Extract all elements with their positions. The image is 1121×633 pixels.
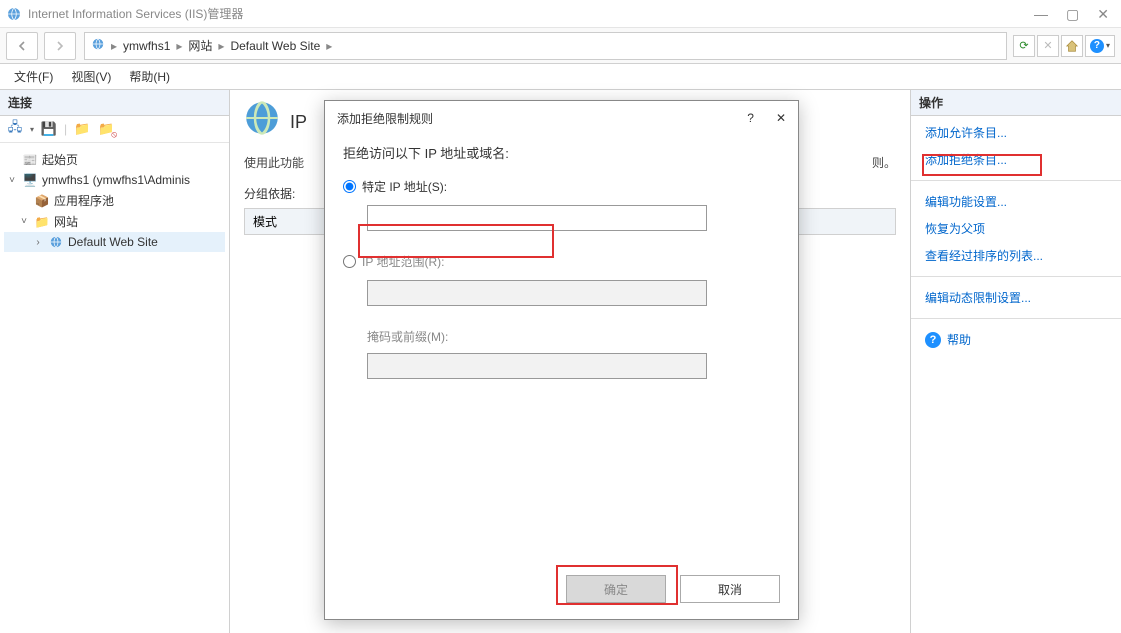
minimize-button[interactable]: — bbox=[1034, 7, 1048, 21]
app-icon bbox=[6, 6, 22, 22]
divider bbox=[911, 318, 1121, 319]
globe-icon bbox=[91, 37, 105, 54]
connect-icon[interactable]: 🖧 bbox=[6, 120, 24, 138]
collapse-icon[interactable]: ˅ bbox=[6, 175, 18, 186]
server-icon: 🖥️ bbox=[22, 172, 38, 188]
action-edit-dynamic[interactable]: 编辑动态限制设置... bbox=[925, 289, 1107, 306]
folder-stop-icon[interactable]: 📁⦸ bbox=[97, 120, 115, 138]
action-help-label: 帮助 bbox=[947, 331, 971, 348]
action-add-allow[interactable]: 添加允许条目... bbox=[925, 124, 1107, 141]
breadcrumb-sites[interactable]: 网站 bbox=[188, 37, 212, 54]
forward-button[interactable] bbox=[44, 32, 76, 60]
specific-ip-input[interactable] bbox=[367, 205, 707, 231]
folder-up-icon[interactable]: 📁 bbox=[73, 120, 91, 138]
feature-title: IP bbox=[290, 112, 307, 133]
stop-button[interactable]: ✕ bbox=[1037, 35, 1059, 57]
ok-button[interactable]: 确定 bbox=[566, 575, 666, 603]
connections-panel: 连接 🖧 ▾ 💾 | 📁 📁⦸ 📰 起始页 ˅ 🖥️ ymwfhs1 (ymwf… bbox=[0, 90, 230, 633]
tree-label: 网站 bbox=[54, 213, 78, 230]
site-globe-icon bbox=[48, 234, 64, 250]
tree-sites[interactable]: ˅ 📁 网站 bbox=[4, 211, 225, 232]
window-titlebar: Internet Information Services (IIS)管理器 —… bbox=[0, 0, 1121, 28]
action-add-deny[interactable]: 添加拒绝条目... bbox=[925, 151, 1107, 168]
app-pools-icon: 📦 bbox=[34, 193, 50, 209]
connections-tree: 📰 起始页 ˅ 🖥️ ymwfhs1 (ymwfhs1\Adminis 📦 应用… bbox=[0, 143, 229, 258]
tree-label: Default Web Site bbox=[68, 235, 158, 249]
menu-view[interactable]: 视图(V) bbox=[71, 68, 111, 85]
back-button[interactable] bbox=[6, 32, 38, 60]
connections-toolbar: 🖧 ▾ 💾 | 📁 📁⦸ bbox=[0, 116, 229, 143]
dialog-header-text: 拒绝访问以下 IP 地址或域名: bbox=[343, 143, 780, 162]
breadcrumb-site[interactable]: Default Web Site bbox=[230, 39, 320, 53]
collapse-icon[interactable]: ˅ bbox=[18, 216, 30, 227]
maximize-button[interactable]: ▢ bbox=[1066, 7, 1079, 21]
dialog-help-button[interactable]: ? bbox=[747, 111, 754, 125]
menu-file[interactable]: 文件(F) bbox=[14, 68, 53, 85]
dialog-titlebar[interactable]: 添加拒绝限制规则 ? ✕ bbox=[325, 101, 798, 135]
help-dropdown-button[interactable]: ? ▾ bbox=[1085, 35, 1115, 57]
feature-globe-icon bbox=[244, 100, 280, 144]
breadcrumb-sep-icon: ▸ bbox=[326, 39, 332, 53]
divider bbox=[911, 180, 1121, 181]
menu-help[interactable]: 帮助(H) bbox=[129, 68, 170, 85]
dialog-title: 添加拒绝限制规则 bbox=[337, 110, 433, 127]
actions-panel: 操作 添加允许条目... 添加拒绝条目... 编辑功能设置... 恢复为父项 查… bbox=[911, 90, 1121, 633]
menubar: 文件(F) 视图(V) 帮助(H) bbox=[0, 64, 1121, 90]
action-revert[interactable]: 恢复为父项 bbox=[925, 220, 1107, 237]
tree-label: 应用程序池 bbox=[54, 192, 114, 209]
tree-start-page[interactable]: 📰 起始页 bbox=[4, 149, 225, 170]
radio-specific-ip[interactable]: 特定 IP 地址(S): bbox=[343, 178, 780, 195]
tree-label: ymwfhs1 (ymwfhs1\Adminis bbox=[42, 173, 190, 187]
tree-label: 起始页 bbox=[42, 151, 78, 168]
breadcrumb-sep-icon: ▸ bbox=[111, 39, 117, 53]
window-title: Internet Information Services (IIS)管理器 bbox=[28, 5, 243, 22]
cancel-button[interactable]: 取消 bbox=[680, 575, 780, 603]
radio-ip-range[interactable]: IP 地址范围(R): bbox=[343, 253, 780, 270]
connections-header: 连接 bbox=[0, 90, 229, 116]
radio-specific-ip-label: 特定 IP 地址(S): bbox=[362, 178, 447, 195]
add-deny-rule-dialog: 添加拒绝限制规则 ? ✕ 拒绝访问以下 IP 地址或域名: 特定 IP 地址(S… bbox=[324, 100, 799, 620]
radio-specific-ip-input[interactable] bbox=[343, 180, 356, 193]
tree-app-pools[interactable]: 📦 应用程序池 bbox=[4, 190, 225, 211]
breadcrumb-sep-icon: ▸ bbox=[176, 39, 182, 53]
breadcrumb-server[interactable]: ymwfhs1 bbox=[123, 39, 170, 53]
mask-label: 掩码或前缀(M): bbox=[367, 328, 780, 345]
home-button[interactable] bbox=[1061, 35, 1083, 57]
action-edit-feature[interactable]: 编辑功能设置... bbox=[925, 193, 1107, 210]
action-help[interactable]: ? 帮助 bbox=[925, 331, 1107, 348]
action-view-ordered[interactable]: 查看经过排序的列表... bbox=[925, 247, 1107, 264]
breadcrumb-sep-icon: ▸ bbox=[218, 39, 224, 53]
expand-icon[interactable]: › bbox=[32, 237, 44, 248]
tree-default-web-site[interactable]: › Default Web Site bbox=[4, 232, 225, 252]
refresh-button[interactable]: ⟳ bbox=[1013, 35, 1035, 57]
address-bar[interactable]: ▸ ymwfhs1 ▸ 网站 ▸ Default Web Site ▸ bbox=[84, 32, 1007, 60]
radio-ip-range-label: IP 地址范围(R): bbox=[362, 253, 444, 270]
help-icon: ? bbox=[925, 332, 941, 348]
ip-range-input bbox=[367, 280, 707, 306]
mask-input bbox=[367, 353, 707, 379]
divider bbox=[911, 276, 1121, 277]
actions-header: 操作 bbox=[911, 90, 1121, 116]
tree-server[interactable]: ˅ 🖥️ ymwfhs1 (ymwfhs1\Adminis bbox=[4, 170, 225, 190]
sites-folder-icon: 📁 bbox=[34, 214, 50, 230]
dialog-close-button[interactable]: ✕ bbox=[776, 111, 786, 125]
radio-ip-range-input[interactable] bbox=[343, 255, 356, 268]
close-button[interactable]: ✕ bbox=[1097, 7, 1109, 21]
save-icon[interactable]: 💾 bbox=[40, 120, 58, 138]
navbar: ▸ ymwfhs1 ▸ 网站 ▸ Default Web Site ▸ ⟳ ✕ … bbox=[0, 28, 1121, 64]
start-page-icon: 📰 bbox=[22, 152, 38, 168]
